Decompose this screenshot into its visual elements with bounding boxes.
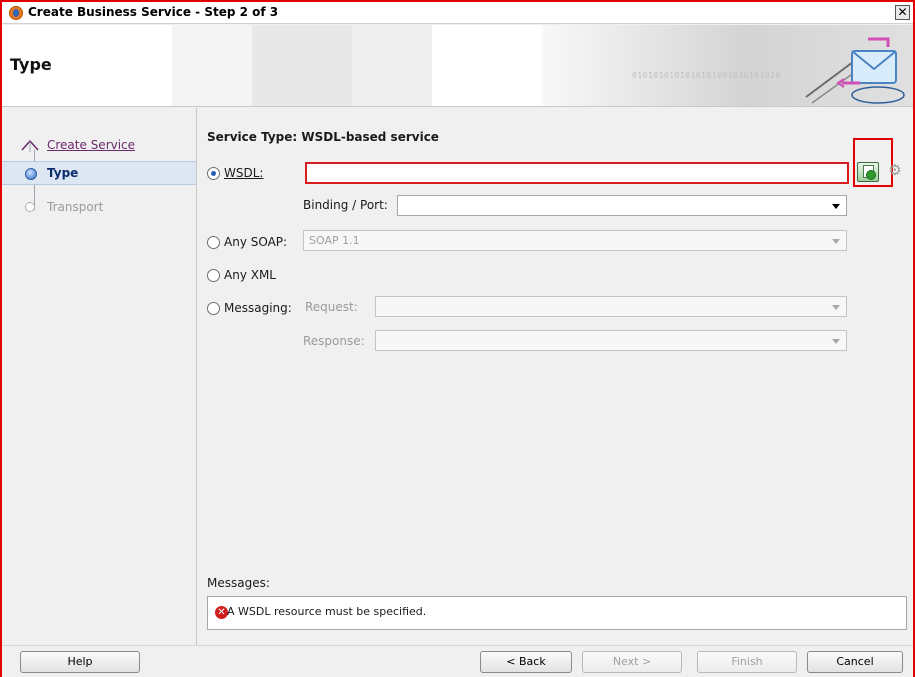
completed-step-icon — [21, 139, 39, 155]
messaging-option[interactable]: Messaging: — [207, 298, 292, 318]
future-step-icon — [25, 202, 35, 212]
chevron-down-icon — [832, 339, 840, 344]
messages-panel: ✕ A WSDL resource must be specified. — [207, 596, 907, 630]
binding-port-label: Binding / Port: — [303, 198, 388, 212]
step-type[interactable]: Type — [2, 161, 196, 185]
wsdl-input[interactable] — [305, 162, 849, 184]
section-title: Service Type: WSDL-based service — [207, 130, 439, 144]
step-label: Type — [47, 166, 79, 180]
step-transport: Transport — [2, 196, 196, 220]
any-soap-option[interactable]: Any SOAP: — [207, 232, 287, 252]
dialog-window: Create Business Service - Step 2 of 3 ✕ … — [0, 0, 915, 677]
browse-resource-icon[interactable] — [857, 162, 879, 182]
back-button[interactable]: < Back — [480, 651, 572, 673]
next-button[interactable]: Next > — [582, 651, 682, 673]
response-label: Response: — [303, 334, 365, 348]
request-label: Request: — [305, 300, 358, 314]
message-text: A WSDL resource must be specified. — [227, 605, 427, 618]
finish-button[interactable]: Finish — [697, 651, 797, 673]
gear-icon[interactable]: ⚙ — [887, 162, 903, 178]
step-label: Transport — [47, 200, 104, 214]
any-soap-value: SOAP 1.1 — [309, 234, 360, 247]
wsdl-option[interactable]: WSDL: — [207, 163, 263, 183]
any-soap-label: Any SOAP: — [224, 235, 288, 249]
header-binary-text: 0101010101010101001010101010 — [632, 71, 781, 80]
chevron-down-icon — [832, 204, 840, 209]
wizard-header: Type 0101010101010101001010101010 — [2, 25, 913, 107]
window-title: Create Business Service - Step 2 of 3 — [28, 5, 279, 19]
step-label[interactable]: Create Service — [47, 138, 135, 152]
chevron-down-icon — [832, 305, 840, 310]
current-step-icon — [25, 168, 37, 180]
any-soap-radio[interactable] — [207, 235, 220, 249]
chevron-down-icon — [832, 239, 840, 244]
any-xml-option[interactable]: Any XML — [207, 265, 276, 285]
any-xml-radio[interactable] — [207, 268, 220, 282]
wizard-steps-panel: Create Service Type Transport — [2, 108, 196, 645]
envelope-icon — [805, 37, 905, 104]
response-select[interactable] — [375, 330, 847, 351]
cancel-button[interactable]: Cancel — [807, 651, 903, 673]
request-select[interactable] — [375, 296, 847, 317]
messages-label: Messages: — [207, 576, 270, 590]
wsdl-radio[interactable] — [207, 166, 220, 180]
close-button[interactable]: ✕ — [895, 5, 910, 20]
any-xml-label: Any XML — [224, 268, 276, 282]
help-button[interactable]: Help — [20, 651, 140, 673]
app-icon — [9, 6, 23, 20]
main-content: Service Type: WSDL-based service WSDL: ⚙… — [197, 108, 913, 645]
wsdl-label: WSDL: — [224, 166, 264, 180]
messaging-label: Messaging: — [224, 301, 292, 315]
step-create-service[interactable]: Create Service — [2, 134, 196, 158]
messaging-radio[interactable] — [207, 301, 220, 315]
binding-port-select[interactable] — [397, 195, 847, 216]
title-bar: Create Business Service - Step 2 of 3 ✕ — [2, 2, 913, 24]
page-title: Type — [10, 55, 52, 74]
any-soap-select[interactable]: SOAP 1.1 — [303, 230, 847, 251]
button-bar: Help < Back Next > Finish Cancel — [2, 645, 913, 677]
